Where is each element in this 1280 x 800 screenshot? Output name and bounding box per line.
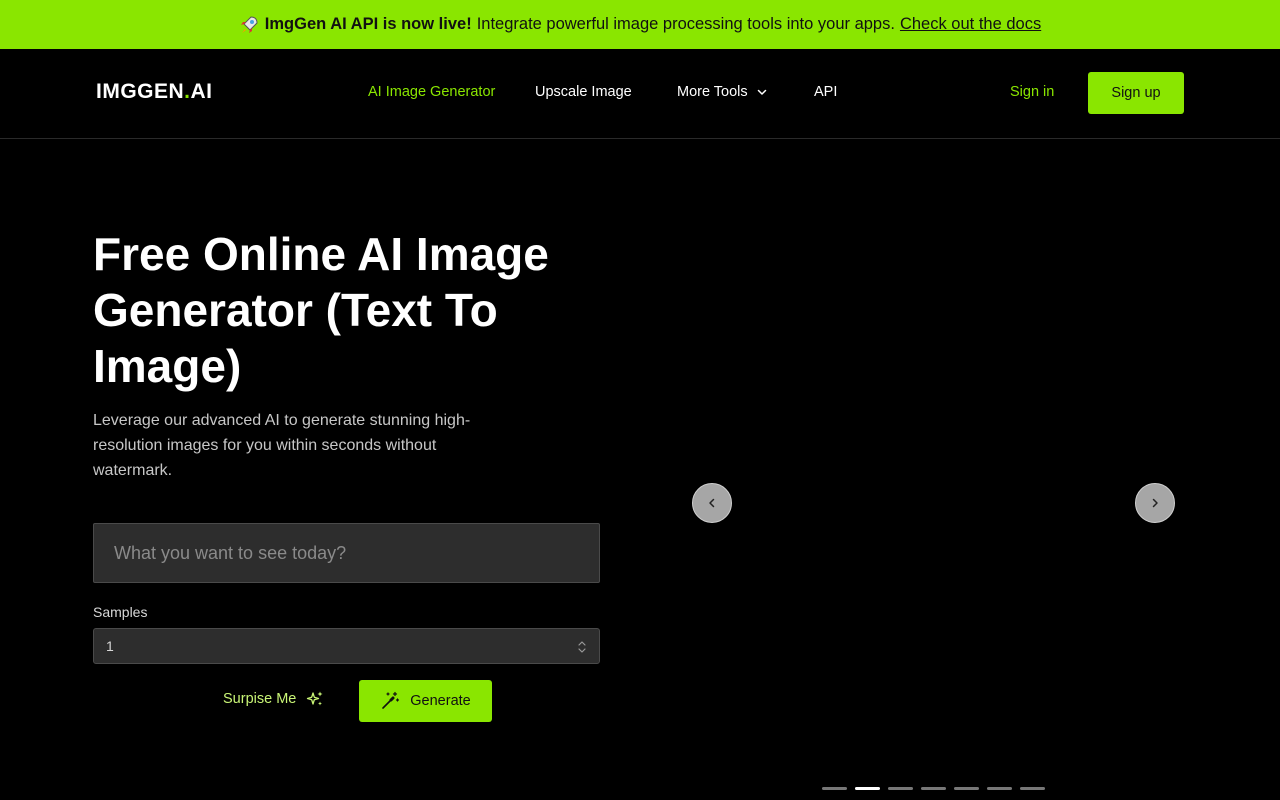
samples-label: Samples [93, 604, 148, 620]
chevron-right-icon [1149, 497, 1161, 509]
magic-wand-icon [380, 691, 400, 711]
carousel-dot[interactable] [855, 787, 880, 790]
generate-button[interactable]: Generate [359, 680, 492, 722]
banner-headline: ImgGen AI API is now live! [264, 15, 472, 33]
nav-ai-image-generator[interactable]: AI Image Generator [368, 84, 495, 100]
surprise-me-button[interactable]: Surpise Me [223, 690, 324, 708]
carousel-dot[interactable] [822, 787, 847, 790]
banner-message: Integrate powerful image processing tool… [476, 15, 895, 33]
chevron-left-icon [706, 497, 718, 509]
carousel-dot[interactable] [921, 787, 946, 790]
samples-select[interactable]: 1 [93, 628, 600, 664]
chevron-down-icon [756, 86, 768, 98]
nav-api[interactable]: API [814, 84, 837, 100]
hero-subtitle: Leverage our advanced AI to generate stu… [93, 412, 471, 479]
carousel-prev-button[interactable] [692, 483, 732, 523]
carousel-next-button[interactable] [1135, 483, 1175, 523]
sign-up-button[interactable]: Sign up [1088, 72, 1184, 114]
sparkles-icon [306, 690, 324, 708]
surprise-me-label: Surpise Me [223, 691, 297, 707]
carousel-dot[interactable] [1020, 787, 1045, 790]
logo[interactable]: IMGGEN. AI [96, 80, 213, 104]
generate-label: Generate [410, 693, 471, 709]
nav-more-tools[interactable]: More Tools [677, 84, 768, 100]
updown-chevron-icon [577, 639, 587, 655]
docs-link[interactable]: Check out the docs [900, 15, 1041, 34]
samples-value: 1 [106, 638, 114, 654]
page-title: Free Online AI Image Generator (Text To … [93, 228, 549, 392]
carousel-dot[interactable] [888, 787, 913, 790]
site-header: IMGGEN. AI AI Image Generator Upscale Ima… [0, 49, 1280, 139]
prompt-input[interactable] [93, 523, 600, 583]
nav-upscale-image[interactable]: Upscale Image [535, 84, 632, 100]
announcement-banner: ImgGen AI API is now live! Integrate pow… [0, 0, 1280, 49]
carousel-dot[interactable] [987, 787, 1012, 790]
nav-more-tools-label: More Tools [677, 84, 748, 100]
sign-in-link[interactable]: Sign in [1010, 84, 1054, 100]
rocket-icon [239, 15, 259, 35]
logo-text: IMGGEN [96, 80, 185, 103]
carousel-indicators [822, 787, 1045, 790]
carousel-dot[interactable] [954, 787, 979, 790]
logo-suffix: AI [190, 80, 213, 103]
